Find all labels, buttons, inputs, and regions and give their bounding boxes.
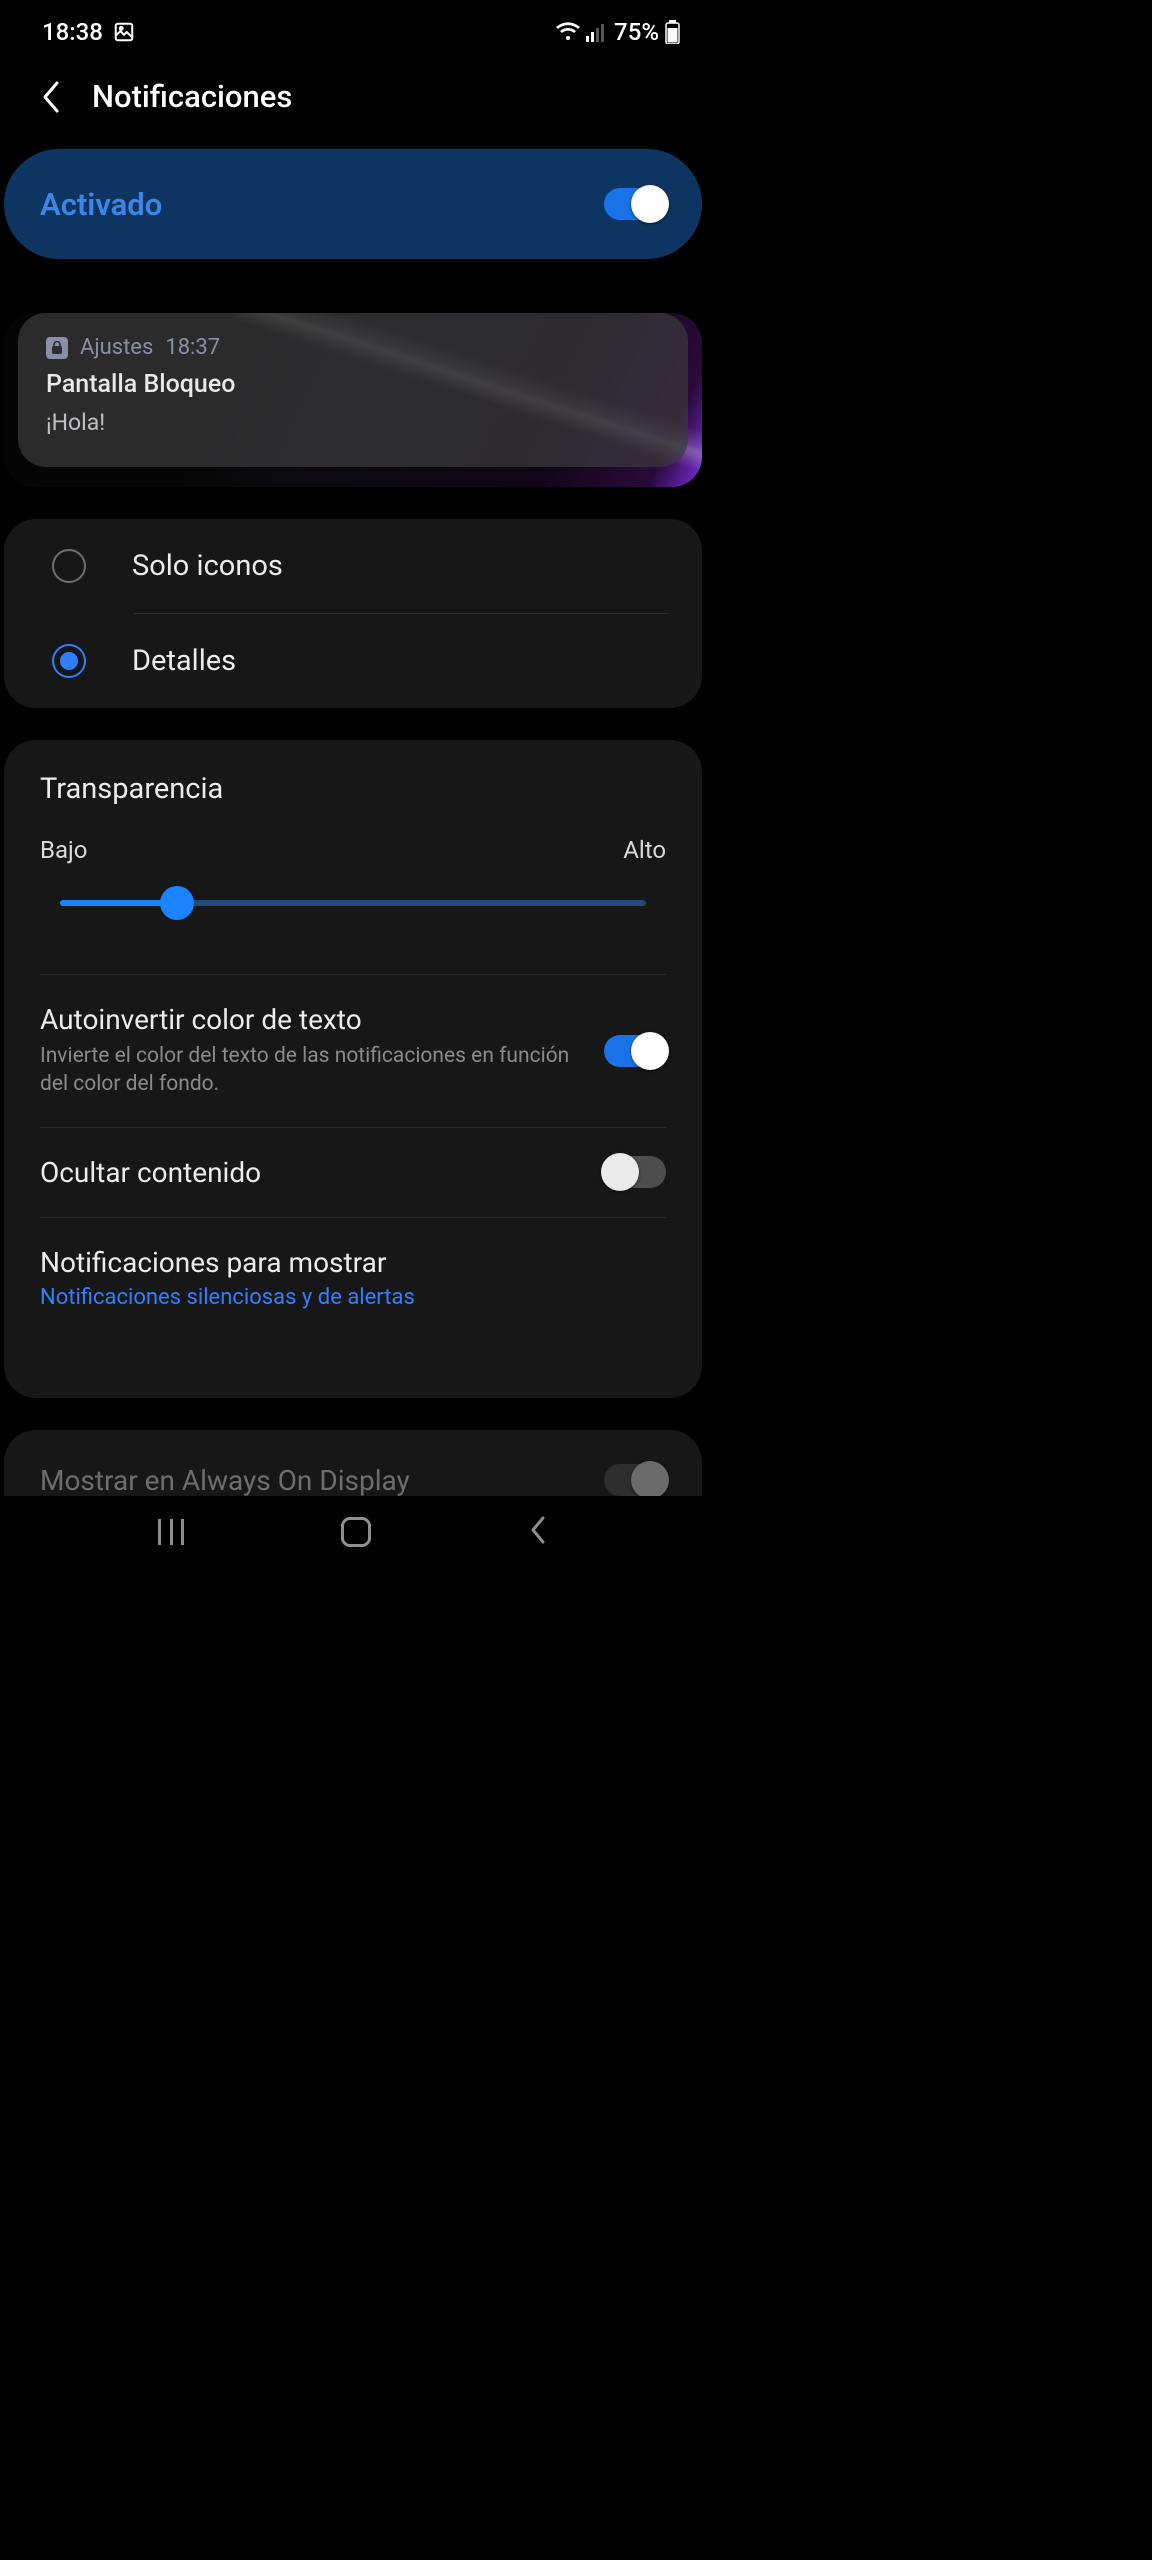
notifications-to-show-title: Notificaciones para mostrar [40,1246,666,1279]
signal-icon [586,22,608,42]
status-bar: 18:38 75% [0,0,706,54]
nav-back-button[interactable] [528,1515,548,1549]
preview-time: 18:37 [165,335,220,360]
notifications-to-show-value: Notificaciones silenciosas y de alertas [40,1285,666,1310]
screenshot-icon [113,21,135,43]
header: Notificaciones [0,54,706,145]
auto-invert-desc: Invierte el color del texto de las notif… [40,1042,580,1099]
master-toggle-row[interactable]: Activado [4,149,702,259]
master-toggle-label: Activado [40,186,162,223]
preview-notification-card: Ajustes 18:37 Pantalla Bloqueo ¡Hola! [18,313,688,467]
option-icons-only[interactable]: Solo iconos [4,519,702,613]
transparency-high-label: Alto [623,836,666,864]
aod-title: Mostrar en Always On Display [40,1464,410,1496]
page-title: Notificaciones [92,78,292,115]
option-details[interactable]: Detalles [4,614,702,708]
auto-invert-title: Autoinvertir color de texto [40,1003,580,1036]
transparency-low-label: Bajo [40,836,87,864]
auto-invert-toggle[interactable] [604,1035,666,1067]
lockscreen-preview: Ajustes 18:37 Pantalla Bloqueo ¡Hola! [4,313,702,487]
settings-card: Transparencia Bajo Alto Autoinvertir col… [4,740,702,1398]
lock-icon [46,337,68,359]
aod-toggle [604,1464,666,1496]
status-time: 18:38 [42,18,103,46]
back-icon[interactable] [40,80,62,114]
option-details-label: Detalles [132,644,236,678]
transparency-slider[interactable] [60,886,646,920]
auto-invert-row[interactable]: Autoinvertir color de texto Invierte el … [40,975,666,1127]
preview-title: Pantalla Bloqueo [46,370,660,399]
radio-unselected-icon [52,549,86,583]
android-navbar [0,1496,706,1568]
wifi-icon [556,22,580,42]
hide-content-title: Ocultar contenido [40,1156,580,1189]
hide-content-toggle[interactable] [604,1156,666,1188]
aod-card: Mostrar en Always On Display [4,1430,702,1496]
notifications-to-show-row[interactable]: Notificaciones para mostrar Notificacion… [40,1218,666,1338]
preview-app-name: Ajustes [80,335,153,360]
status-battery: 75% [614,18,659,46]
recents-button[interactable] [158,1519,184,1545]
hide-content-row[interactable]: Ocultar contenido [40,1128,666,1217]
home-button[interactable] [341,1517,371,1547]
option-icons-only-label: Solo iconos [132,549,283,583]
view-style-card: Solo iconos Detalles [4,519,702,708]
master-toggle[interactable] [604,188,666,220]
radio-selected-icon [52,644,86,678]
preview-body: ¡Hola! [46,409,660,436]
transparency-title: Transparencia [40,772,666,806]
battery-icon [665,20,680,44]
